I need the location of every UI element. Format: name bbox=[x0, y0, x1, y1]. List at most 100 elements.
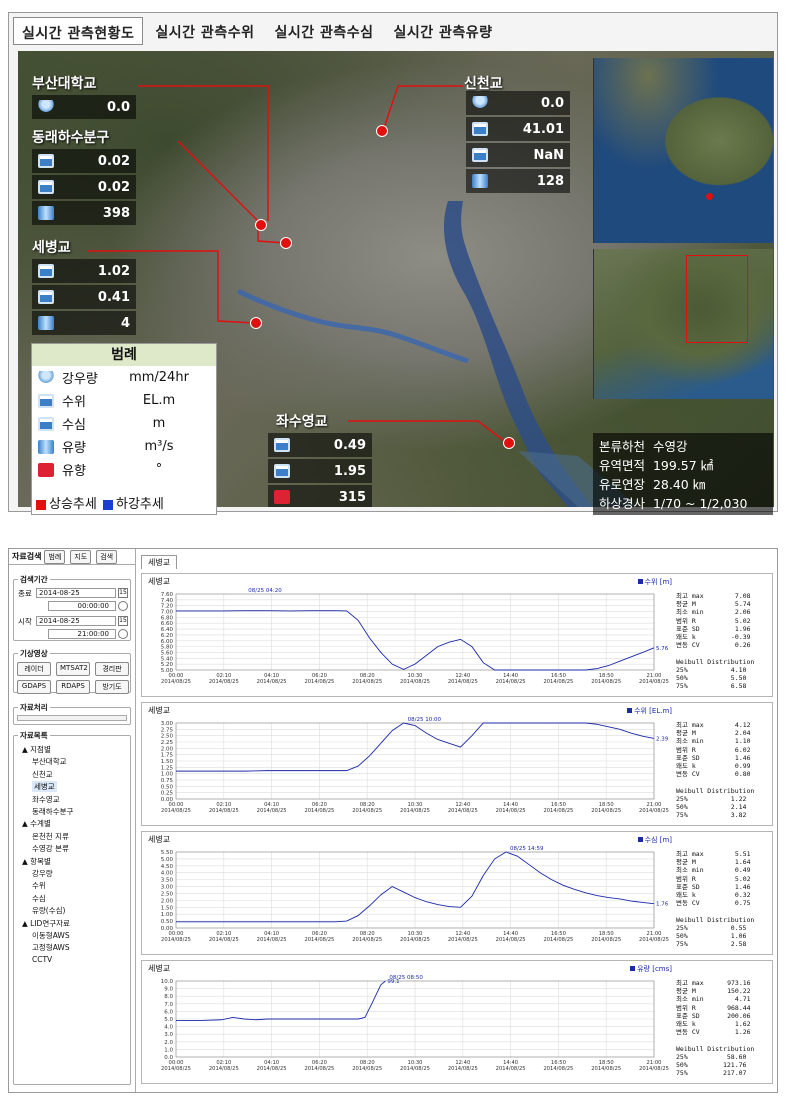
tree-item[interactable]: 세병교 bbox=[32, 781, 57, 793]
tree-item[interactable]: 신천교 bbox=[32, 769, 53, 780]
site-value-row: 0.0 bbox=[466, 91, 570, 115]
rdaps-button[interactable]: RDAPS bbox=[56, 680, 90, 694]
legend-row: 수위 EL.m bbox=[32, 389, 216, 412]
stat-label: 범위 R bbox=[676, 745, 720, 754]
site-marker-busan-univ[interactable] bbox=[255, 219, 267, 231]
flow-icon bbox=[38, 316, 54, 330]
site-marker-sebyeong[interactable] bbox=[250, 317, 262, 329]
weibull-value: 1.06 bbox=[715, 932, 747, 941]
tree-item[interactable]: 강우량 bbox=[32, 868, 53, 879]
flow-icon bbox=[38, 439, 54, 454]
tree-item[interactable]: 동래하수분구 bbox=[32, 806, 73, 817]
tree-group[interactable]: ▲ 수계별 bbox=[22, 818, 51, 829]
warning-button[interactable]: 경리판 bbox=[95, 662, 129, 676]
peak-label: 08/25 14:59 bbox=[510, 846, 544, 852]
tab-status-map[interactable]: 실시간 관측현황도 bbox=[13, 17, 144, 45]
tree-item[interactable]: 고정형AWS bbox=[32, 942, 70, 953]
weibull-value: 1.22 bbox=[715, 794, 747, 803]
site-value-row: 0.02 bbox=[32, 175, 136, 199]
stat-label: 최소 min bbox=[676, 608, 720, 617]
legend-trend: 상승추세 하강추세 bbox=[36, 493, 164, 512]
tree-group[interactable]: ▲ 지점별 bbox=[22, 744, 51, 755]
start-time-field[interactable]: 21:00:00 bbox=[48, 629, 116, 639]
stat-label: 범위 R bbox=[676, 1003, 720, 1012]
stat-value: -0.39 bbox=[719, 633, 751, 642]
down-trend-swatch bbox=[102, 499, 113, 510]
tree-item[interactable]: 이동형AWS bbox=[32, 930, 70, 941]
stat-label: 표준 SD bbox=[676, 1011, 720, 1020]
stat-label: 평균 M bbox=[676, 729, 720, 738]
calendar-icon[interactable]: 15 bbox=[118, 616, 128, 626]
y-tick-label: 1.00 bbox=[161, 772, 174, 778]
mtsat2-button[interactable]: MTSAT2 bbox=[56, 662, 90, 676]
stat-value: 1.62 bbox=[719, 1020, 751, 1029]
weibull-label: 25% bbox=[676, 1052, 716, 1061]
tab-water-level[interactable]: 실시간 관측수위 bbox=[147, 17, 262, 45]
y-tick-label: 1.00 bbox=[161, 912, 174, 918]
x-tick-date-label: 2014/08/25 bbox=[400, 808, 430, 814]
tab-map[interactable]: 지도 bbox=[70, 549, 92, 564]
query-sidebar: 자료검색 범례 지도 검색 검색기간 종료 2014-08-25 15 00:0… bbox=[9, 549, 136, 1092]
x-tick-date-label: 2014/08/25 bbox=[496, 937, 526, 943]
x-tick-date-label: 2014/08/25 bbox=[257, 1066, 287, 1072]
clock-icon[interactable] bbox=[118, 601, 128, 611]
stat-label: 최소 min bbox=[676, 737, 720, 746]
stat-value: 6.02 bbox=[719, 745, 751, 754]
stat-label: 변동 CV bbox=[676, 770, 720, 779]
tab-sebyeong[interactable]: 세병교 bbox=[141, 555, 178, 569]
tab-search[interactable]: 검색 bbox=[96, 549, 118, 564]
x-tick-date-label: 2014/08/25 bbox=[304, 937, 334, 943]
x-tick-date-label: 2014/08/25 bbox=[161, 679, 191, 685]
tree-item[interactable]: 유량(수심) bbox=[32, 905, 65, 916]
tab-water-depth[interactable]: 실시간 관측수심 bbox=[266, 17, 381, 45]
chart-area: 세병교 세병교 수위 [m] 7.60 7.40 7.20 7.00 6.80 6.60 6.4… bbox=[139, 551, 775, 1090]
last-value-label: 5.76 bbox=[656, 646, 669, 652]
tree-item[interactable]: 부산대학교 bbox=[32, 756, 67, 767]
stat-label: 왜도 k bbox=[676, 1020, 720, 1029]
tree-item[interactable]: CCTV bbox=[32, 955, 52, 964]
site-value-row: NaN bbox=[466, 143, 570, 167]
data-process-group: 자료처리 bbox=[13, 702, 131, 725]
start-date-field[interactable]: 2014-08-25 bbox=[36, 616, 116, 626]
water-level-icon bbox=[38, 393, 54, 408]
tab-data-search[interactable]: 자료검색 bbox=[12, 551, 41, 562]
info-row: 유역면적 199.57 ㎢ bbox=[599, 458, 714, 473]
tree-group[interactable]: ▲ 항목별 bbox=[22, 856, 51, 867]
y-tick-label: 2.50 bbox=[161, 891, 174, 897]
radar-button[interactable]: 레이더 bbox=[17, 662, 51, 676]
y-tick-label: 0.25 bbox=[161, 791, 174, 797]
end-date-field[interactable]: 2014-08-25 bbox=[36, 588, 116, 598]
x-tick-date-label: 2014/08/25 bbox=[496, 1066, 526, 1072]
tree-item[interactable]: 수위 bbox=[32, 880, 46, 891]
site-marker-sincheon[interactable] bbox=[376, 125, 388, 137]
tree-group[interactable]: ▲ LID연구자료 bbox=[22, 918, 70, 929]
x-tick-date-label: 2014/08/25 bbox=[209, 808, 239, 814]
y-tick-label: 4.0 bbox=[164, 1025, 173, 1031]
x-tick-date-label: 2014/08/25 bbox=[591, 937, 621, 943]
calendar-icon[interactable]: 15 bbox=[118, 588, 128, 598]
tab-flow[interactable]: 실시간 관측유량 bbox=[386, 17, 501, 45]
stat-value: 973.16 bbox=[719, 979, 751, 987]
site-marker-dongrae[interactable] bbox=[280, 237, 292, 249]
end-time-field[interactable]: 00:00:00 bbox=[48, 601, 116, 611]
site-marker-jwasuyeong[interactable] bbox=[503, 437, 515, 449]
stat-value: 1.46 bbox=[719, 753, 751, 762]
x-tick-date-label: 2014/08/25 bbox=[639, 1066, 669, 1072]
stat-label: 최소 min bbox=[676, 995, 720, 1004]
site-label: 세병교 bbox=[32, 240, 71, 256]
water-depth-icon bbox=[38, 180, 54, 194]
tree-item[interactable]: 좌수영교 bbox=[32, 794, 60, 805]
tree-item[interactable]: 수영강 본류 bbox=[32, 843, 69, 854]
info-row: 본류하천 수영강 bbox=[599, 439, 688, 454]
gdaps-button[interactable]: GDAPS bbox=[17, 680, 51, 694]
tab-legend[interactable]: 범례 bbox=[44, 549, 66, 564]
progress-bar bbox=[17, 715, 127, 721]
stat-value: 7.08 bbox=[719, 592, 751, 600]
y-tick-label: 1.75 bbox=[161, 753, 174, 759]
tree-item[interactable]: 수심 bbox=[32, 893, 46, 904]
weather-map-button[interactable]: 방기도 bbox=[95, 680, 129, 694]
stat-value: 968.44 bbox=[719, 1003, 751, 1012]
y-tick-label: 2.0 bbox=[164, 1040, 173, 1046]
tree-item[interactable]: 온천천 지류 bbox=[32, 831, 69, 842]
clock-icon[interactable] bbox=[118, 629, 128, 639]
